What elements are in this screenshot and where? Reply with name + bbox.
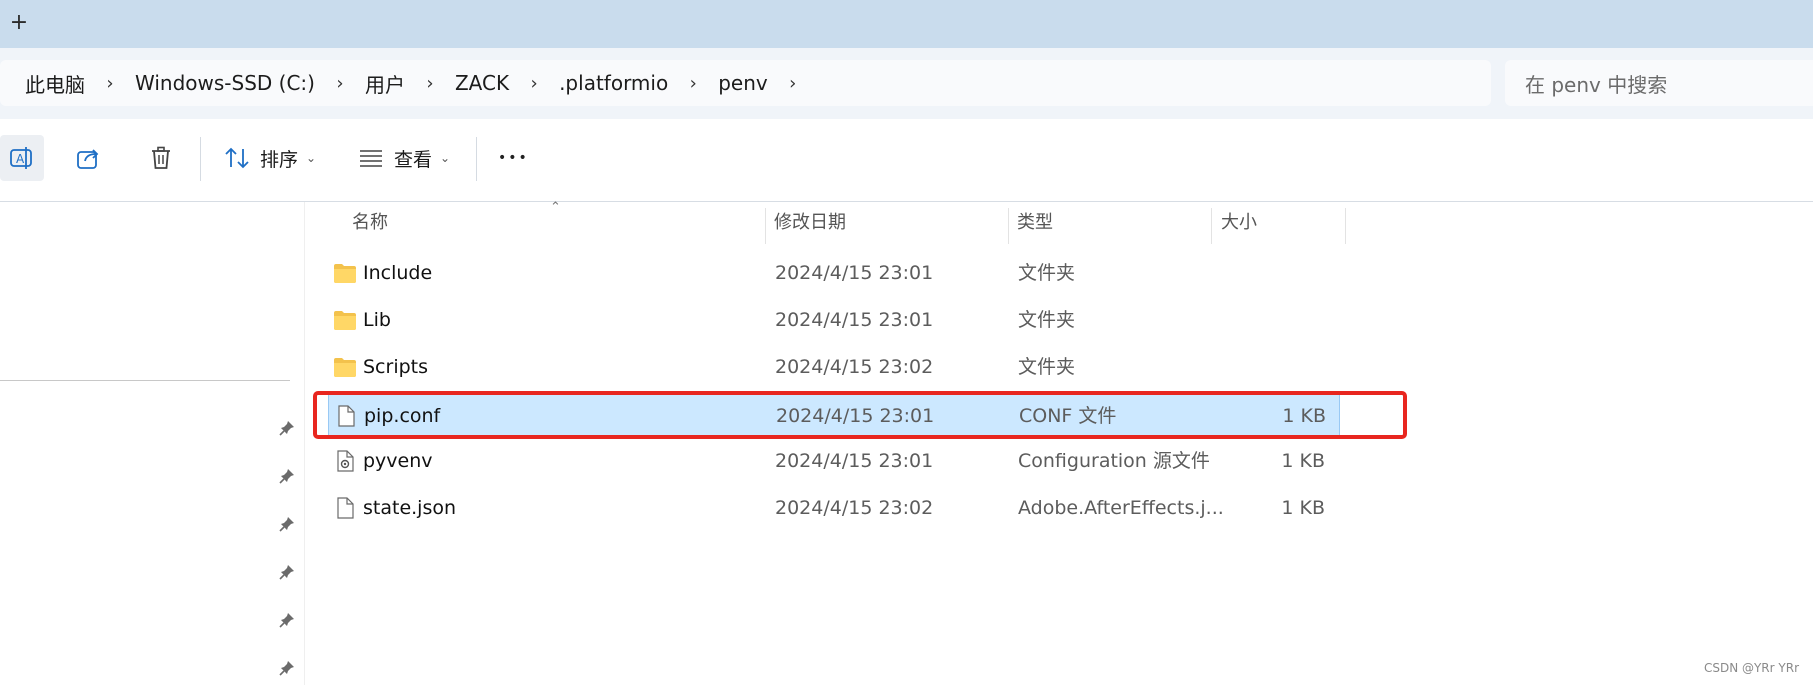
sort-icon [225,147,249,169]
file-size [1245,344,1325,390]
file-name: pyvenv [363,450,433,472]
pin-icon[interactable] [278,659,296,677]
sort-label: 排序 [260,148,299,171]
file-type: 文件夹 [1018,309,1076,331]
sort-ascending-icon: ⌃ [550,200,561,215]
column-divider[interactable] [1211,208,1212,244]
tab-strip: + [0,0,1813,48]
file-name: state.json [363,497,457,519]
pin-icon[interactable] [278,611,296,629]
more-options-button[interactable]: ••• [498,135,529,181]
breadcrumb[interactable]: 此电脑 › Windows-SSD (C:) › 用户 › ZACK › .pl… [0,60,1491,106]
column-name[interactable]: 名称 [352,202,388,244]
file-type: Configuration 源文件 [1018,450,1210,472]
breadcrumb-chevron-icon[interactable]: › [509,73,559,94]
file-row-include[interactable]: Include 2024/4/15 23:01 文件夹 [305,250,1345,296]
nav-divider [0,380,290,381]
config-file-icon [337,450,354,472]
watermark: CSDN @YRr YRr [1703,661,1799,675]
navigation-pane [0,202,300,685]
breadcrumb-chevron-icon[interactable]: › [768,73,818,94]
more-icon: ••• [498,150,529,166]
share-icon [77,149,99,169]
file-size: 1 KB [1281,450,1325,472]
file-name: Include [363,262,433,284]
svg-text:A: A [16,152,25,166]
breadcrumb-item-platformio[interactable]: .platformio [559,71,668,95]
file-name: Scripts [363,356,429,378]
file-date: 2024/4/15 23:01 [775,309,934,331]
breadcrumb-chevron-icon[interactable]: › [85,73,135,94]
view-button[interactable]: 查看 ⌄ [358,135,450,181]
breadcrumb-item-zack[interactable]: ZACK [455,71,509,95]
highlight-box [313,391,1407,439]
view-label: 查看 [394,148,433,171]
trash-icon [152,146,170,169]
file-row-lib[interactable]: Lib 2024/4/15 23:01 文件夹 [305,297,1345,343]
file-size: 1 KB [1281,497,1325,519]
chevron-down-icon: ⌄ [306,151,317,165]
pin-icon[interactable] [278,515,296,533]
breadcrumb-item-this-pc[interactable]: 此电脑 [25,69,85,98]
folder-icon [334,311,356,330]
column-date[interactable]: 修改日期 [774,202,846,244]
breadcrumb-chevron-icon[interactable]: › [405,73,455,94]
sort-button[interactable]: 排序 ⌄ [224,135,316,181]
file-type: 文件夹 [1018,356,1076,378]
breadcrumb-item-drive[interactable]: Windows-SSD (C:) [135,71,315,95]
file-type: Adobe.AfterEffects.j... [1018,497,1224,519]
address-row: 此电脑 › Windows-SSD (C:) › 用户 › ZACK › .pl… [0,48,1813,119]
file-date: 2024/4/15 23:02 [775,497,934,519]
file-size [1245,297,1325,343]
search-placeholder: 在 penv 中搜索 [1525,72,1668,97]
column-type[interactable]: 类型 [1017,202,1053,244]
column-divider[interactable] [765,208,766,244]
pin-icon[interactable] [278,467,296,485]
delete-button[interactable] [148,135,174,181]
column-divider[interactable] [1345,208,1346,244]
chevron-down-icon: ⌄ [440,151,451,165]
file-row-scripts[interactable]: Scripts 2024/4/15 23:02 文件夹 [305,344,1345,390]
breadcrumb-item-users[interactable]: 用户 [365,69,405,98]
share-button[interactable] [74,135,104,181]
rename-button[interactable]: A [0,135,44,181]
column-header: ⌃ 名称 修改日期 类型 大小 [305,200,1346,244]
file-row-pyvenv[interactable]: pyvenv 2024/4/15 23:01 Configuration 源文件… [305,438,1345,484]
folder-icon [334,358,356,377]
file-date: 2024/4/15 23:02 [775,356,934,378]
file-type: 文件夹 [1018,262,1076,284]
search-input[interactable]: 在 penv 中搜索 [1505,60,1813,106]
toolbar-divider [476,137,477,181]
column-size[interactable]: 大小 [1221,202,1257,244]
command-bar: A 排序 ⌄ 查看 ⌄ ••• [0,119,1813,202]
file-size [1245,250,1325,296]
column-divider[interactable] [1008,208,1009,244]
folder-icon [334,264,356,283]
file-icon [337,497,354,519]
breadcrumb-chevron-icon[interactable]: › [315,73,365,94]
file-name: Lib [363,309,391,331]
file-date: 2024/4/15 23:01 [775,262,934,284]
breadcrumb-item-penv[interactable]: penv [718,71,768,95]
breadcrumb-chevron-icon[interactable]: › [668,73,718,94]
new-tab-button[interactable]: + [6,10,32,36]
file-date: 2024/4/15 23:01 [775,450,934,472]
rename-icon: A [10,147,32,169]
pin-icon[interactable] [278,419,296,437]
file-row-state-json[interactable]: state.json 2024/4/15 23:02 Adobe.AfterEf… [305,485,1345,531]
pin-icon[interactable] [278,563,296,581]
view-list-icon [360,150,382,167]
toolbar-divider [200,137,201,181]
